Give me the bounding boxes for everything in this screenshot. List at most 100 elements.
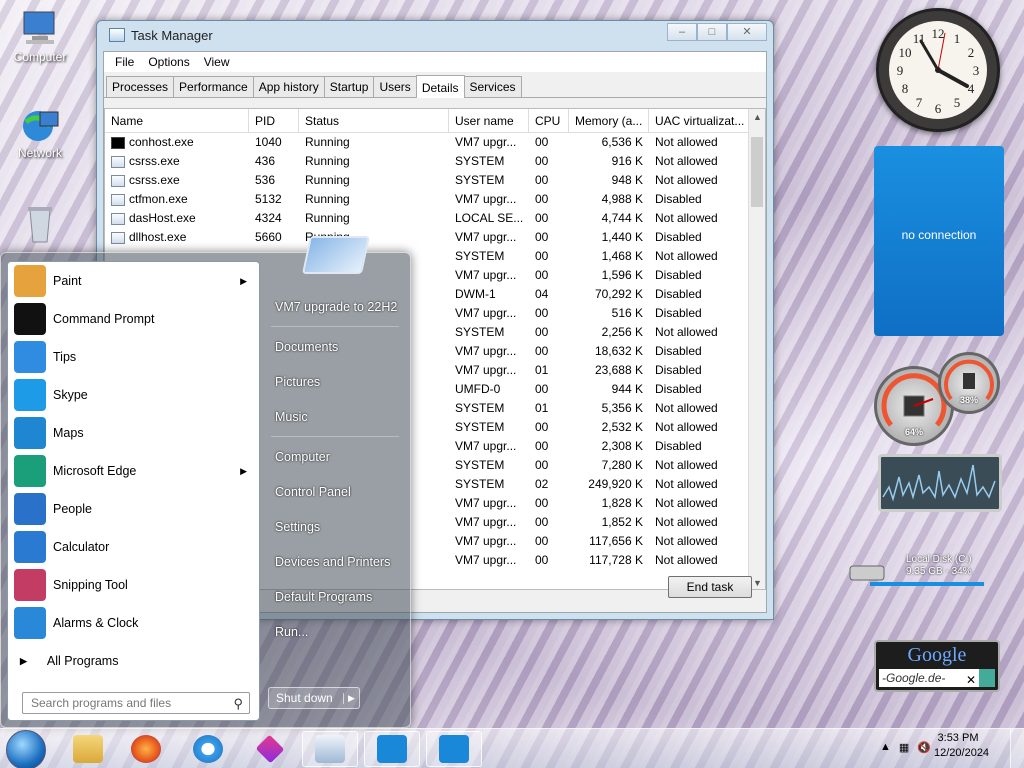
column-header-pid[interactable]: PID (249, 109, 299, 132)
process-name: csrss.exe (105, 171, 249, 190)
table-row[interactable]: dasHost.exe 4324 Running LOCAL SE... 00 4,744… (105, 209, 765, 228)
start-menu-link-documents[interactable]: Documents (265, 329, 405, 364)
process-pid-text: 536 (255, 173, 276, 187)
end-task-button[interactable]: End task (668, 576, 752, 598)
start-menu-link-settings[interactable]: Settings (265, 509, 405, 544)
process-memory: 2,308 K (569, 437, 649, 456)
column-header-name[interactable]: Name (105, 109, 249, 132)
start-menu-link-computer[interactable]: Computer (265, 439, 405, 474)
process-cpu-text: 01 (535, 363, 549, 377)
start-menu-link-vm7-upgrade-to-22h2[interactable]: VM7 upgrade to 22H2 (265, 289, 405, 324)
tab-performance[interactable]: Performance (173, 76, 254, 97)
shutdown-label: Shut down (276, 691, 333, 705)
start-menu-link-music[interactable]: Music (265, 399, 405, 434)
show-hidden-icons-arrow[interactable]: ▲ (880, 741, 891, 754)
desktop-icon-computer[interactable]: Computer (6, 8, 74, 64)
clear-icon[interactable]: ✕ (966, 673, 976, 687)
start-menu-item-microsoft-edge[interactable]: Microsoft Edge ▶ (8, 452, 259, 490)
taskbar-file-explorer[interactable] (60, 731, 116, 767)
taskbar-download-app-2[interactable] (426, 731, 482, 767)
table-row[interactable]: dllhost.exe5660RunningVM7 upgr...001,440… (105, 228, 765, 247)
column-header-cpu[interactable]: CPU (529, 109, 569, 132)
task-manager-icon (109, 28, 125, 42)
start-menu-link-run[interactable]: Run... (265, 614, 405, 649)
start-menu-item-label: Alarms & Clock (53, 616, 139, 630)
svg-text:10: 10 (899, 45, 912, 60)
process-uac-text: Disabled (655, 268, 702, 282)
table-row[interactable]: csrss.exe 536 Running SYSTEM 00 948 K Not allo… (105, 171, 765, 190)
start-menu-item-paint[interactable]: Paint ▶ (8, 262, 259, 300)
network-status-icon[interactable]: ▦ (899, 741, 909, 754)
menu-file[interactable]: File (108, 55, 141, 69)
clock-tray[interactable]: 3:53 PM 12/20/2024 (934, 731, 989, 761)
process-status-text: Running (305, 192, 350, 206)
minimize-button[interactable]: – (667, 23, 697, 41)
shutdown-button[interactable]: Shut down ▶ (268, 687, 360, 709)
start-menu-item-skype[interactable]: Skype (8, 376, 259, 414)
start-menu-link-pictures[interactable]: Pictures (265, 364, 405, 399)
memory-meter-gadget[interactable]: 38% (938, 352, 1000, 414)
menu-view[interactable]: View (197, 55, 237, 69)
scrollbar-thumb[interactable] (751, 137, 763, 207)
start-menu-link-default-programs[interactable]: Default Programs (265, 579, 405, 614)
start-menu-item-snipping-tool[interactable]: Snipping Tool (8, 566, 259, 604)
start-menu-item-maps[interactable]: Maps (8, 414, 259, 452)
show-desktop-button[interactable] (1010, 729, 1024, 768)
table-row[interactable]: conhost.exe 1040 Running VM7 upgr... 00 6,536… (105, 133, 765, 152)
user-picture[interactable] (301, 236, 371, 274)
process-user: SYSTEM (449, 475, 529, 494)
taskbar-task-manager[interactable] (302, 731, 358, 767)
column-header-uac[interactable]: UAC virtualizat... (649, 109, 751, 132)
volume-muted-icon[interactable]: 🔇 (917, 741, 931, 754)
process-memory-text: 6,536 K (601, 135, 643, 149)
taskbar-download-app-1[interactable] (364, 731, 420, 767)
network-graph-gadget[interactable] (878, 454, 1002, 512)
taskbar-internet-explorer[interactable] (180, 731, 236, 767)
desktop-icon-recycle-bin[interactable] (6, 204, 74, 246)
taskbar-firefox[interactable] (118, 731, 174, 767)
process-name-text: ctfmon.exe (129, 192, 188, 206)
process-user: VM7 upgr... (449, 513, 529, 532)
process-status-text: Running (305, 211, 350, 225)
tab-users[interactable]: Users (373, 76, 417, 97)
drive-meter-gadget[interactable]: Local Disk (C:) 9.35 GB - 34% (848, 548, 1000, 594)
close-button[interactable]: ✕ (727, 23, 767, 41)
vertical-scrollbar[interactable]: ▲ ▼ (748, 109, 765, 589)
start-menu-link-control-panel[interactable]: Control Panel (265, 474, 405, 509)
process-user: LOCAL SE... (449, 209, 529, 228)
tab-app-history[interactable]: App history (252, 76, 325, 97)
table-row[interactable]: csrss.exe 436 Running SYSTEM 00 916 K Not allo… (105, 152, 765, 171)
clock-gadget[interactable]: 12 1 2 3 4567 8 9 10 11 (876, 8, 1000, 132)
taskbar-app[interactable] (242, 731, 298, 767)
google-search-button[interactable] (979, 669, 995, 687)
all-programs-button[interactable]: ▶ All Programs (14, 654, 118, 668)
start-menu-item-calculator[interactable]: Calculator (8, 528, 259, 566)
start-menu-item-alarms-clock[interactable]: Alarms & Clock (8, 604, 259, 642)
desktop-icon-network[interactable]: Network (6, 104, 74, 160)
column-header-user[interactable]: User name (449, 109, 529, 132)
scroll-up-arrow[interactable]: ▲ (749, 109, 765, 125)
shutdown-options-arrow[interactable]: ▶ (343, 692, 359, 704)
maximize-button[interactable]: □ (697, 23, 727, 41)
start-menu-item-command-prompt[interactable]: Command Prompt (8, 300, 259, 338)
process-uac: Not allowed (649, 152, 751, 171)
process-memory-text: 944 K (611, 382, 643, 396)
start-menu-link-devices-and-printers[interactable]: Devices and Printers (265, 544, 405, 579)
column-header-memory[interactable]: Memory (a... (569, 109, 649, 132)
process-cpu-text: 00 (535, 249, 549, 263)
start-button[interactable] (6, 730, 46, 768)
process-memory: 1,468 K (569, 247, 649, 266)
tab-startup[interactable]: Startup (323, 76, 375, 97)
tab-processes[interactable]: Processes (106, 76, 175, 97)
weather-gadget[interactable]: no connection (874, 146, 1004, 336)
start-menu-item-tips[interactable]: Tips (8, 338, 259, 376)
column-header-status[interactable]: Status (299, 109, 449, 132)
tab-services[interactable]: Services (463, 76, 522, 97)
process-memory: 5,356 K (569, 399, 649, 418)
table-row[interactable]: ctfmon.exe 5132 Running VM7 upgr... 00 4,988 … (105, 190, 765, 209)
tab-details[interactable]: Details (415, 75, 465, 98)
menu-options[interactable]: Options (141, 55, 196, 69)
svg-text:7: 7 (916, 95, 923, 110)
search-input[interactable]: Search programs and files ⚲ (22, 692, 250, 714)
start-menu-item-people[interactable]: People (8, 490, 259, 528)
